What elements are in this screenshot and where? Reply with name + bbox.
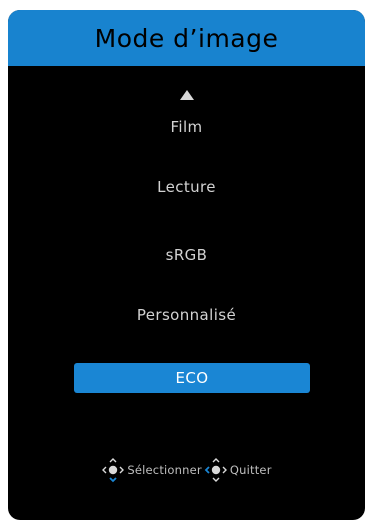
menu-item-lecture[interactable]: Lecture [8,172,365,202]
menu-item-label: Personnalisé [136,306,237,324]
exit-hint-label: Quitter [229,463,272,477]
menu-item-film[interactable]: Film [8,112,365,142]
osd-panel: Mode d’image Film Lecture sRGB Personnal… [8,10,365,520]
menu-item-srgb[interactable]: sRGB [8,240,365,270]
menu-item-label: Film [170,118,203,136]
scroll-up-indicator[interactable] [8,88,365,102]
osd-footer: Sélectionner Quitter [8,456,365,484]
menu-item-label: sRGB [165,246,208,264]
select-hint-label: Sélectionner [127,463,202,477]
page-title: Mode d’image [94,23,279,53]
menu-item-label: Lecture [157,178,216,196]
menu-item-eco[interactable]: ECO [74,363,310,393]
menu-item-personnalise[interactable]: Personnalisé [8,300,365,330]
osd-header: Mode d’image [8,10,365,66]
triangle-up-icon [179,90,194,100]
joystick-exit-icon [203,456,229,484]
joystick-select-icon [100,456,126,484]
menu-item-label: ECO [175,369,209,387]
